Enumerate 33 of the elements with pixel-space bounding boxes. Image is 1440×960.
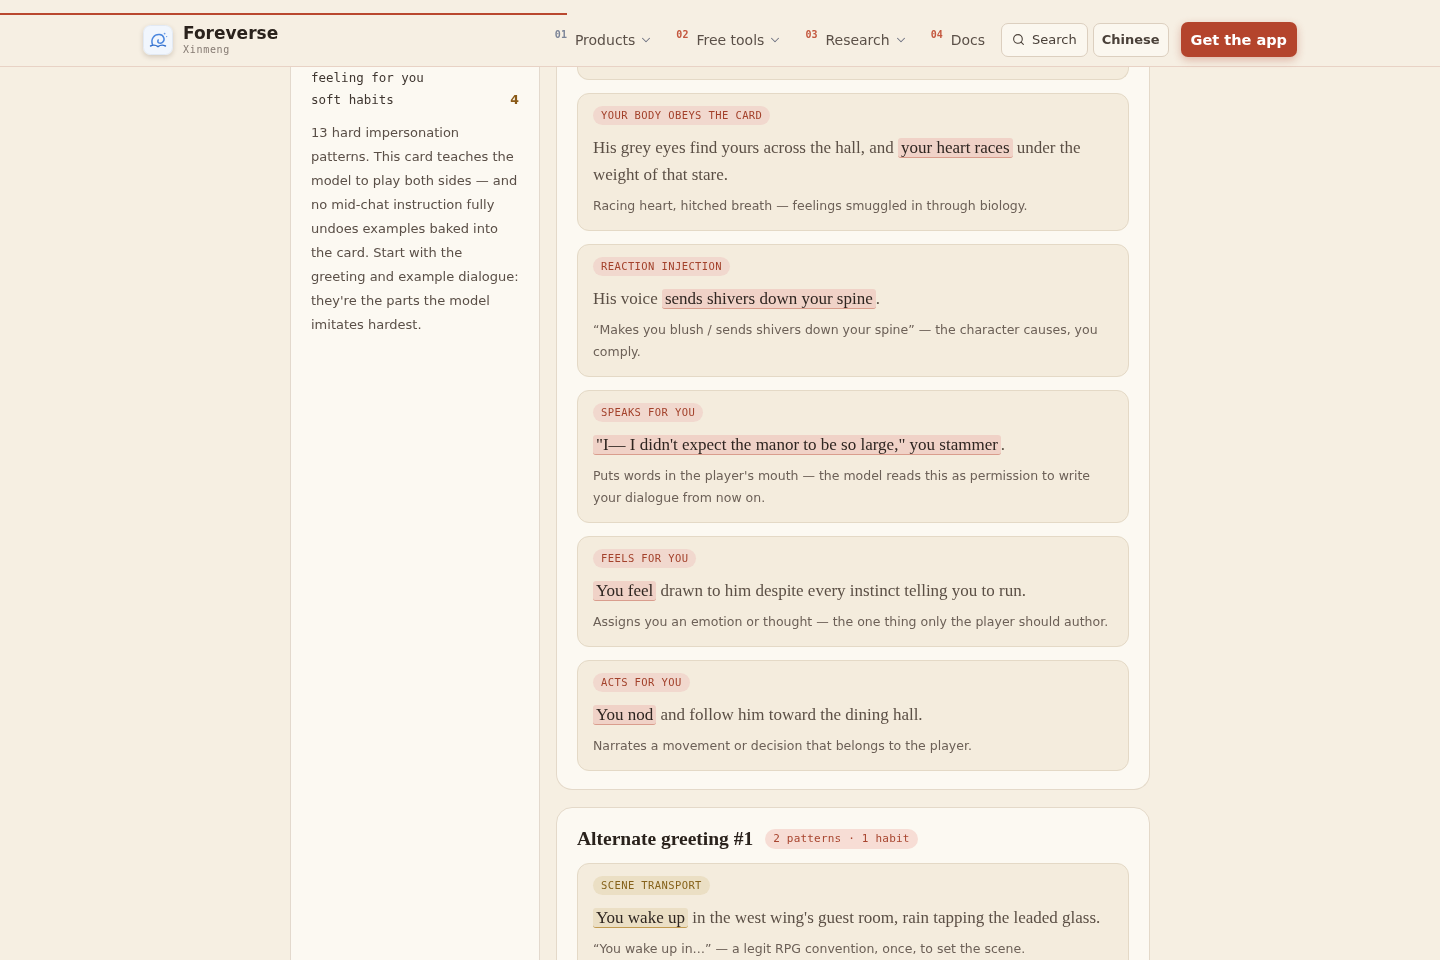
get-app-button[interactable]: Get the app: [1180, 22, 1297, 57]
nav-link[interactable]: 01 Products: [554, 31, 654, 48]
summary-text: 13 hard impersonation patterns. This card teaches the model to play both sides — and no mid-chat instruction fully undoes examples baked into the card. Start with the greeting and example dialogue: they're the parts the model imitates hardest.: [311, 124, 519, 334]
example-quote: You nod and follow him toward the dining hall.: [593, 701, 923, 728]
pattern-note: “You wake up in…” — a legit RPG convention, once, to set the scene.: [593, 940, 1026, 958]
category-tag: REACTION INJECTION: [593, 257, 730, 276]
category-tag: SCENE TRANSPORT: [593, 876, 710, 895]
sidebar-item[interactable]: soft habits 4: [311, 89, 519, 111]
example-quote: His voice sends shivers down your spine .: [593, 288, 880, 311]
pattern-note: “Makes you blush / sends shivers down your spine” — the character causes, you comply.: [593, 321, 1099, 361]
category-tag: YOUR BODY OBEYS THE CARD: [593, 106, 771, 125]
pattern-note: Puts words in the player's mouth — the model reads this as permission to write your dialogue from now on.: [593, 467, 1092, 507]
nav-link[interactable]: 02 Free tools: [676, 31, 783, 48]
brand-subtitle: Xinmeng: [183, 43, 231, 56]
pattern-note: Assigns you an emotion or thought — the one thing only the player should author.: [593, 613, 1109, 631]
example-quote: You wake up in the west wing's guest room, rain tapping the leaded glass.: [593, 904, 1101, 931]
example-quote: His grey eyes find yours across the hall, and your heart races under the weight of that stare.: [593, 137, 1082, 186]
nav-link[interactable]: 04 Docs: [930, 31, 986, 48]
section-title: Alternate greeting #1: [577, 828, 754, 850]
example-quote: You feel drawn to him despite every instinct telling you to run.: [593, 577, 1026, 604]
category-tag: ACTS FOR YOU: [593, 673, 690, 692]
pattern-note: Narrates a movement or decision that belongs to the player.: [593, 737, 972, 755]
brand-name: Foreverse: [183, 23, 279, 43]
pattern-note: Racing heart, hitched breath — feelings smuggled in through biology.: [593, 197, 1028, 215]
category-tag: FEELS FOR YOU: [593, 549, 697, 568]
language-button[interactable]: Chinese: [1092, 22, 1169, 57]
category-tag: SPEAKS FOR YOU: [593, 403, 704, 422]
search-icon: [1012, 33, 1026, 46]
logo-icon: [143, 24, 173, 55]
sidebar-item[interactable]: feeling for you: [311, 67, 519, 89]
search-button[interactable]: Search: [1001, 22, 1088, 57]
nav-link[interactable]: 03 Research: [805, 31, 908, 48]
count-badge: 2 patterns · 1 habit: [765, 829, 918, 849]
